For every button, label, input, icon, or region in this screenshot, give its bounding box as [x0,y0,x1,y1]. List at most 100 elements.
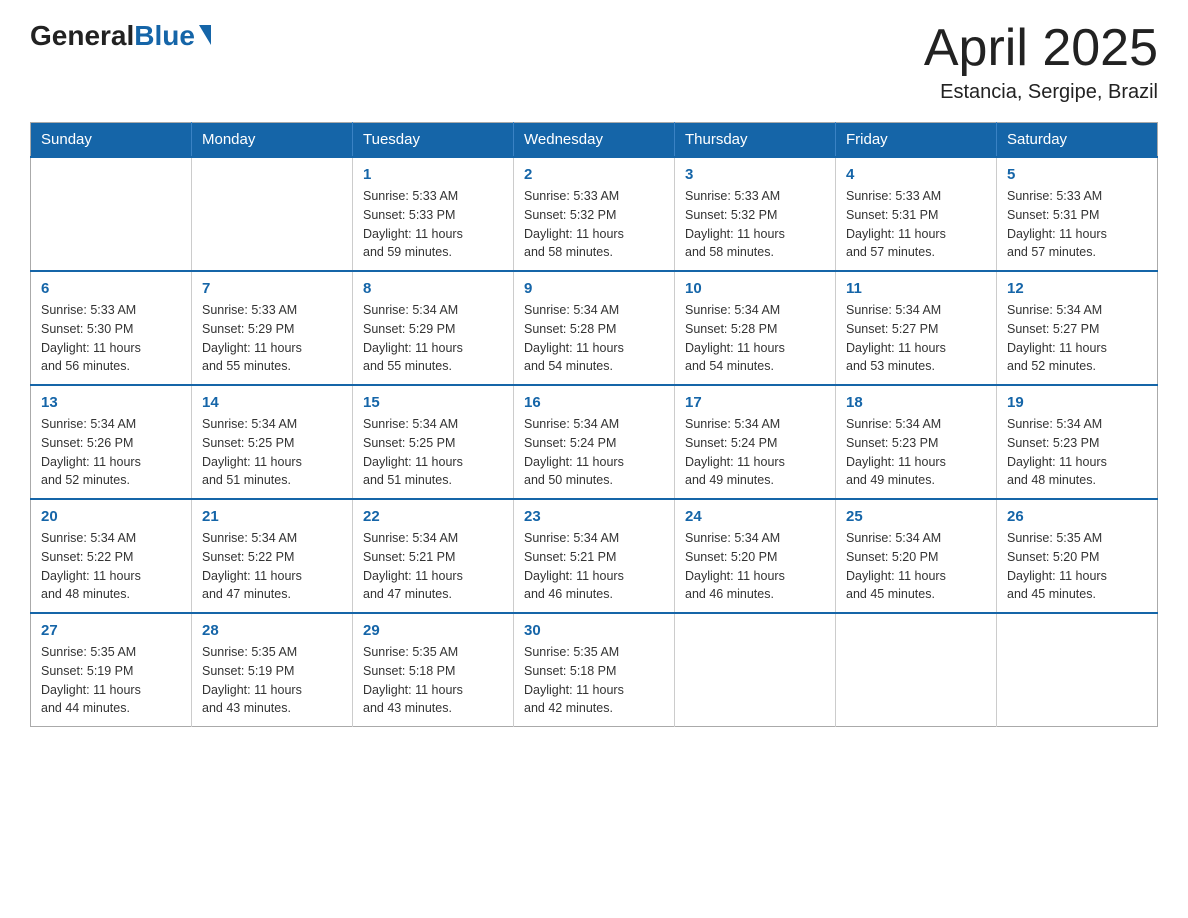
day-info: Sunrise: 5:33 AMSunset: 5:30 PMDaylight:… [41,301,181,376]
day-info: Sunrise: 5:33 AMSunset: 5:29 PMDaylight:… [202,301,342,376]
day-number: 24 [685,508,825,525]
day-number: 17 [685,394,825,411]
day-number: 4 [846,166,986,183]
calendar-cell: 26 Sunrise: 5:35 AMSunset: 5:20 PMDayligh… [997,499,1158,613]
calendar-cell: 25 Sunrise: 5:34 AMSunset: 5:20 PMDayligh… [836,499,997,613]
calendar-cell: 15 Sunrise: 5:34 AMSunset: 5:25 PMDayligh… [353,385,514,499]
calendar-cell [31,157,192,271]
day-info: Sunrise: 5:34 AMSunset: 5:25 PMDaylight:… [202,415,342,490]
day-of-week-header: Saturday [997,123,1158,158]
day-info: Sunrise: 5:34 AMSunset: 5:20 PMDaylight:… [685,529,825,604]
calendar-cell [192,157,353,271]
day-of-week-header: Sunday [31,123,192,158]
day-info: Sunrise: 5:34 AMSunset: 5:22 PMDaylight:… [41,529,181,604]
calendar-cell [675,613,836,727]
day-info: Sunrise: 5:33 AMSunset: 5:32 PMDaylight:… [685,187,825,262]
calendar-cell: 12 Sunrise: 5:34 AMSunset: 5:27 PMDayligh… [997,271,1158,385]
calendar-cell: 24 Sunrise: 5:34 AMSunset: 5:20 PMDayligh… [675,499,836,613]
day-number: 1 [363,166,503,183]
calendar-header-row: SundayMondayTuesdayWednesdayThursdayFrid… [31,123,1158,158]
calendar-cell: 29 Sunrise: 5:35 AMSunset: 5:18 PMDayligh… [353,613,514,727]
day-number: 14 [202,394,342,411]
day-info: Sunrise: 5:34 AMSunset: 5:25 PMDaylight:… [363,415,503,490]
calendar-cell: 16 Sunrise: 5:34 AMSunset: 5:24 PMDayligh… [514,385,675,499]
logo-general-text: General [30,20,134,52]
day-info: Sunrise: 5:33 AMSunset: 5:31 PMDaylight:… [846,187,986,262]
calendar-cell: 21 Sunrise: 5:34 AMSunset: 5:22 PMDayligh… [192,499,353,613]
day-number: 5 [1007,166,1147,183]
title-area: April 2025 Estancia, Sergipe, Brazil [924,20,1158,104]
calendar-cell: 20 Sunrise: 5:34 AMSunset: 5:22 PMDayligh… [31,499,192,613]
day-of-week-header: Thursday [675,123,836,158]
calendar-cell: 5Sunrise: 5:33 AMSunset: 5:31 PMDaylight… [997,157,1158,271]
day-info: Sunrise: 5:34 AMSunset: 5:23 PMDaylight:… [1007,415,1147,490]
day-number: 8 [363,280,503,297]
day-info: Sunrise: 5:35 AMSunset: 5:19 PMDaylight:… [202,643,342,718]
day-info: Sunrise: 5:34 AMSunset: 5:21 PMDaylight:… [363,529,503,604]
day-of-week-header: Monday [192,123,353,158]
day-info: Sunrise: 5:34 AMSunset: 5:28 PMDaylight:… [524,301,664,376]
calendar-cell: 7 Sunrise: 5:33 AMSunset: 5:29 PMDaylight… [192,271,353,385]
day-info: Sunrise: 5:34 AMSunset: 5:29 PMDaylight:… [363,301,503,376]
calendar-cell: 22Sunrise: 5:34 AMSunset: 5:21 PMDayligh… [353,499,514,613]
day-number: 28 [202,622,342,639]
calendar-cell: 4 Sunrise: 5:33 AMSunset: 5:31 PMDaylight… [836,157,997,271]
day-number: 21 [202,508,342,525]
calendar-week-row: 6 Sunrise: 5:33 AMSunset: 5:30 PMDaylight… [31,271,1158,385]
calendar-cell: 2 Sunrise: 5:33 AMSunset: 5:32 PMDaylight… [514,157,675,271]
day-info: Sunrise: 5:33 AMSunset: 5:33 PMDaylight:… [363,187,503,262]
day-info: Sunrise: 5:34 AMSunset: 5:26 PMDaylight:… [41,415,181,490]
subtitle: Estancia, Sergipe, Brazil [924,81,1158,104]
day-of-week-header: Tuesday [353,123,514,158]
day-number: 20 [41,508,181,525]
day-number: 15 [363,394,503,411]
day-info: Sunrise: 5:33 AMSunset: 5:32 PMDaylight:… [524,187,664,262]
main-title: April 2025 [924,20,1158,77]
day-info: Sunrise: 5:34 AMSunset: 5:20 PMDaylight:… [846,529,986,604]
day-number: 18 [846,394,986,411]
calendar-week-row: 27Sunrise: 5:35 AMSunset: 5:19 PMDayligh… [31,613,1158,727]
calendar-week-row: 13Sunrise: 5:34 AMSunset: 5:26 PMDayligh… [31,385,1158,499]
calendar-cell [997,613,1158,727]
day-number: 6 [41,280,181,297]
calendar-week-row: 1 Sunrise: 5:33 AMSunset: 5:33 PMDaylight… [31,157,1158,271]
page-header: General Blue April 2025 Estancia, Sergip… [30,20,1158,104]
day-info: Sunrise: 5:35 AMSunset: 5:20 PMDaylight:… [1007,529,1147,604]
day-info: Sunrise: 5:34 AMSunset: 5:24 PMDaylight:… [524,415,664,490]
day-number: 29 [363,622,503,639]
day-number: 16 [524,394,664,411]
calendar-cell: 10Sunrise: 5:34 AMSunset: 5:28 PMDayligh… [675,271,836,385]
day-info: Sunrise: 5:34 AMSunset: 5:28 PMDaylight:… [685,301,825,376]
calendar-cell: 18Sunrise: 5:34 AMSunset: 5:23 PMDayligh… [836,385,997,499]
logo-triangle-icon [199,25,211,45]
day-of-week-header: Wednesday [514,123,675,158]
day-number: 7 [202,280,342,297]
calendar-cell: 3 Sunrise: 5:33 AMSunset: 5:32 PMDaylight… [675,157,836,271]
day-number: 2 [524,166,664,183]
logo-blue-text: Blue [134,20,195,52]
calendar-cell [836,613,997,727]
day-info: Sunrise: 5:35 AMSunset: 5:18 PMDaylight:… [363,643,503,718]
calendar-cell: 19 Sunrise: 5:34 AMSunset: 5:23 PMDayligh… [997,385,1158,499]
day-number: 23 [524,508,664,525]
day-of-week-header: Friday [836,123,997,158]
calendar-cell: 1 Sunrise: 5:33 AMSunset: 5:33 PMDaylight… [353,157,514,271]
day-number: 9 [524,280,664,297]
day-info: Sunrise: 5:34 AMSunset: 5:21 PMDaylight:… [524,529,664,604]
calendar-cell: 27Sunrise: 5:35 AMSunset: 5:19 PMDayligh… [31,613,192,727]
day-number: 3 [685,166,825,183]
day-info: Sunrise: 5:34 AMSunset: 5:27 PMDaylight:… [846,301,986,376]
calendar-cell: 30Sunrise: 5:35 AMSunset: 5:18 PMDayligh… [514,613,675,727]
calendar-table: SundayMondayTuesdayWednesdayThursdayFrid… [30,122,1158,727]
day-info: Sunrise: 5:34 AMSunset: 5:22 PMDaylight:… [202,529,342,604]
calendar-cell: 17Sunrise: 5:34 AMSunset: 5:24 PMDayligh… [675,385,836,499]
day-number: 19 [1007,394,1147,411]
day-number: 25 [846,508,986,525]
calendar-week-row: 20 Sunrise: 5:34 AMSunset: 5:22 PMDayligh… [31,499,1158,613]
logo: General Blue [30,20,211,52]
day-info: Sunrise: 5:34 AMSunset: 5:27 PMDaylight:… [1007,301,1147,376]
day-number: 26 [1007,508,1147,525]
calendar-cell: 11Sunrise: 5:34 AMSunset: 5:27 PMDayligh… [836,271,997,385]
day-number: 12 [1007,280,1147,297]
calendar-cell: 8 Sunrise: 5:34 AMSunset: 5:29 PMDaylight… [353,271,514,385]
